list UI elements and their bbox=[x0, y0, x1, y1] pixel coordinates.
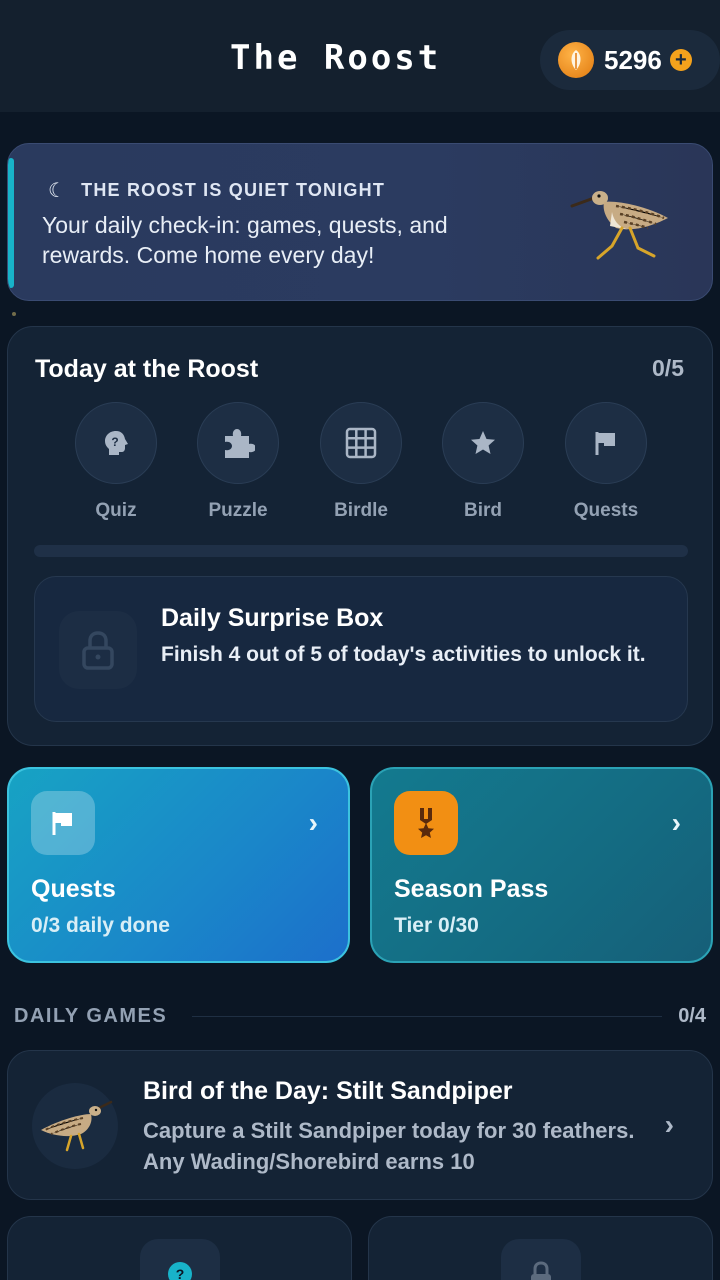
banner-kicker: ☾ THE ROOST IS QUIET TONIGHT bbox=[48, 178, 385, 203]
activity-quiz[interactable]: ? Quiz bbox=[66, 402, 166, 522]
season-pass-tile[interactable]: › Season Pass Tier 0/30 bbox=[370, 767, 713, 963]
chevron-right-icon: › bbox=[664, 1109, 674, 1140]
feather-balance[interactable]: 5296 + bbox=[540, 30, 720, 90]
activity-label: Bird bbox=[464, 500, 502, 521]
season-pass-subtitle: Tier 0/30 bbox=[394, 914, 479, 937]
activity-label: Puzzle bbox=[208, 500, 268, 521]
feather-count: 5296 bbox=[604, 44, 662, 75]
activity-puzzle[interactable]: Puzzle bbox=[188, 402, 288, 522]
app-title: The Roost bbox=[230, 38, 442, 78]
activity-birdle[interactable]: Birdle bbox=[311, 402, 411, 522]
lock-icon bbox=[59, 611, 137, 689]
medal-icon bbox=[394, 791, 458, 855]
top-bar: The Roost 5296 + bbox=[0, 0, 720, 112]
activity-quests[interactable]: Quests bbox=[556, 402, 656, 522]
moon-icon: ☾ bbox=[48, 180, 68, 202]
quiz-icon: ? bbox=[140, 1239, 220, 1280]
section-title: DAILY GAMES bbox=[14, 1005, 168, 1027]
section-count: 0/4 bbox=[678, 1005, 706, 1027]
banner-accent-stripe bbox=[8, 158, 14, 288]
surprise-description: Finish 4 out of 5 of today's activities … bbox=[161, 643, 646, 666]
quests-title: Quests bbox=[31, 875, 116, 903]
today-progress-bar bbox=[34, 545, 688, 557]
chevron-right-icon: › bbox=[308, 807, 318, 838]
today-title: Today at the Roost bbox=[35, 355, 259, 383]
banner-text: Your daily check-in: games, quests, and … bbox=[42, 212, 448, 268]
game-card-locked[interactable] bbox=[368, 1216, 713, 1280]
banner-kicker-text: THE ROOST IS QUIET TONIGHT bbox=[81, 180, 386, 200]
svg-text:?: ? bbox=[176, 1266, 185, 1280]
star-icon bbox=[442, 402, 524, 484]
chevron-right-icon: › bbox=[671, 807, 681, 838]
daily-surprise-box[interactable]: Daily Surprise Box Finish 4 out of 5 of … bbox=[34, 576, 688, 722]
flag-icon bbox=[565, 402, 647, 484]
sparkle-dot bbox=[12, 312, 16, 316]
activity-label: Quests bbox=[573, 500, 639, 521]
today-panel: Today at the Roost 0/5 ? Quiz Puzzle Bir… bbox=[7, 326, 713, 746]
activity-label: Quiz bbox=[95, 500, 137, 521]
lock-icon bbox=[501, 1239, 581, 1280]
grid-icon bbox=[320, 402, 402, 484]
add-feathers-button[interactable]: + bbox=[669, 49, 692, 71]
activity-bird[interactable]: Bird bbox=[433, 402, 533, 522]
bird-of-the-day-title: Bird of the Day: Stilt Sandpiper bbox=[143, 1077, 513, 1105]
season-pass-title: Season Pass bbox=[394, 875, 549, 903]
daily-games-header: DAILY GAMES 0/4 bbox=[14, 1005, 706, 1029]
quests-tile[interactable]: › Quests 0/3 daily done bbox=[7, 767, 350, 963]
svg-text:?: ? bbox=[111, 435, 118, 449]
feather-coin-icon bbox=[558, 42, 594, 78]
section-divider bbox=[192, 1016, 662, 1017]
bird-of-the-day-description: Capture a Stilt Sandpiper today for 30 f… bbox=[143, 1118, 635, 1174]
today-progress-count: 0/5 bbox=[652, 355, 684, 381]
puzzle-icon bbox=[197, 402, 279, 484]
quests-subtitle: 0/3 daily done bbox=[31, 914, 170, 937]
flag-icon bbox=[31, 791, 95, 855]
sandpiper-illustration bbox=[570, 191, 668, 260]
quiet-tonight-banner: ☾ THE ROOST IS QUIET TONIGHT Your daily … bbox=[7, 143, 713, 301]
surprise-title: Daily Surprise Box bbox=[161, 604, 384, 632]
activity-label: Birdle bbox=[334, 500, 388, 521]
brain-question-icon: ? bbox=[75, 402, 157, 484]
sandpiper-avatar bbox=[32, 1083, 118, 1169]
bird-of-the-day-card[interactable]: Bird of the Day: Stilt Sandpiper Capture… bbox=[7, 1050, 713, 1200]
game-card-quiz[interactable]: ? bbox=[7, 1216, 352, 1280]
